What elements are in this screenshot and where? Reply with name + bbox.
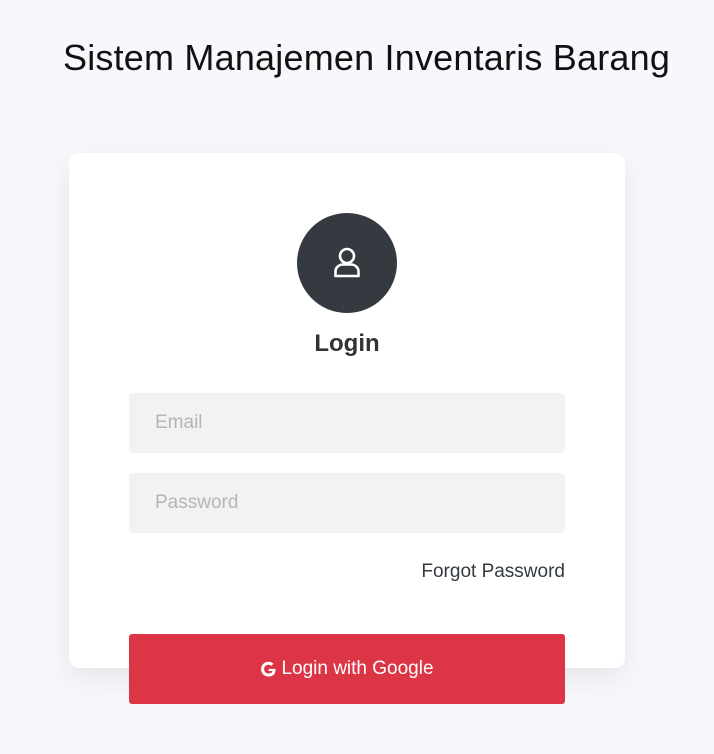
password-field[interactable] [129,473,565,533]
avatar [297,213,397,313]
user-icon [327,243,367,283]
login-heading: Login [314,330,380,357]
email-field[interactable] [129,393,565,453]
forgot-password-link[interactable]: Forgot Password [421,560,565,584]
google-icon [260,661,277,678]
login-with-google-button[interactable]: Login with Google [129,634,565,704]
page-title: Sistem Manajemen Inventaris Barang [63,37,671,78]
google-button-label: Login with Google [281,658,434,679]
